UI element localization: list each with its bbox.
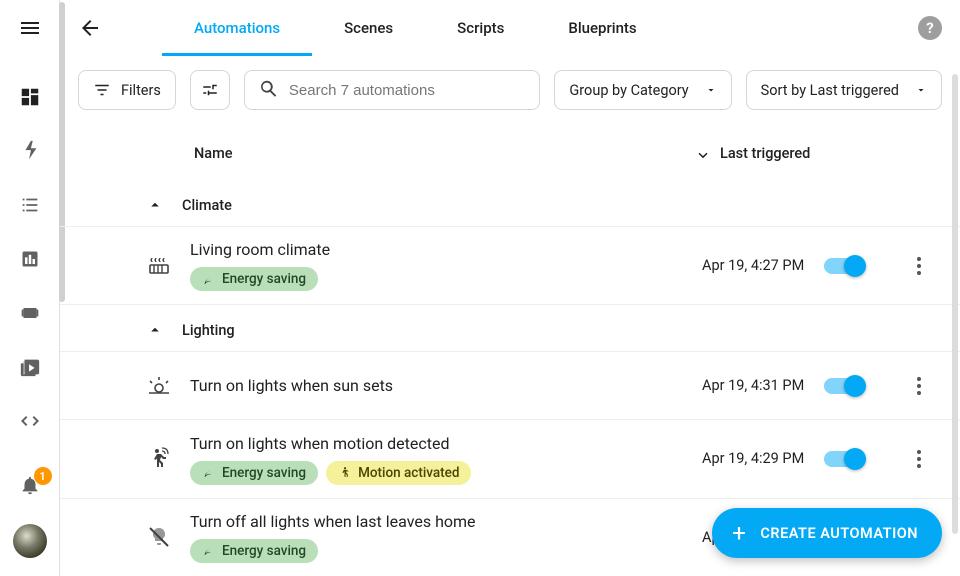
toolbar: Filters Group by Category Sort by Last t… <box>60 56 960 124</box>
toggle-switch[interactable] <box>824 258 864 274</box>
sort-by-label: Sort by Last triggered <box>761 82 899 99</box>
filters-button[interactable]: Filters <box>78 70 176 110</box>
sidebar-item-code[interactable] <box>18 409 42 433</box>
light-off-icon <box>146 525 172 549</box>
leaf-icon <box>202 466 215 479</box>
group-header-climate[interactable]: Climate <box>60 180 960 227</box>
chip-energy-saving: Energy saving <box>190 539 318 563</box>
tune-icon <box>201 81 219 99</box>
group-label: Climate <box>182 197 232 214</box>
tab-label: Automations <box>194 19 280 37</box>
column-header: Name Last triggered <box>60 124 960 180</box>
search-input[interactable] <box>244 70 541 110</box>
row-title: Turn off all lights when last leaves hom… <box>190 512 684 531</box>
sunset-icon <box>146 374 172 398</box>
settings-toggle-button[interactable] <box>190 70 230 110</box>
motion-icon <box>146 447 172 471</box>
topbar: Automations Scenes Scripts Blueprints ? <box>60 0 960 56</box>
row-menu-button[interactable] <box>908 255 930 277</box>
notification-badge: 1 <box>34 467 52 485</box>
search-field <box>244 70 541 110</box>
main-panel: Automations Scenes Scripts Blueprints ? … <box>60 0 960 576</box>
chip-label: Energy saving <box>222 543 306 559</box>
sort-by-button[interactable]: Sort by Last triggered <box>746 70 942 110</box>
row-title: Turn on lights when sun sets <box>190 376 684 395</box>
col-last-triggered[interactable]: Last triggered <box>694 144 810 162</box>
tab-label: Blueprints <box>568 19 636 37</box>
group-by-label: Group by Category <box>569 82 688 99</box>
automation-row[interactable]: Turn on lights when sun sets Apr 19, 4:3… <box>60 352 960 420</box>
radiator-icon <box>146 254 172 278</box>
group-label: Lighting <box>182 322 235 339</box>
tab-scenes[interactable]: Scenes <box>312 0 425 56</box>
filters-label: Filters <box>121 82 161 99</box>
sidebar-item-chart[interactable] <box>18 247 42 271</box>
tab-label: Scripts <box>457 19 504 37</box>
leaf-icon <box>202 273 215 286</box>
group-header-lighting[interactable]: Lighting <box>60 305 960 352</box>
back-button[interactable] <box>78 16 102 40</box>
sidebar-item-device[interactable] <box>18 301 42 325</box>
chip-energy-saving: Energy saving <box>190 267 318 291</box>
group-by-button[interactable]: Group by Category <box>554 70 731 110</box>
row-last-triggered: Apr 19, 4:27 PM <box>702 257 806 274</box>
fab-label: CREATE AUTOMATION <box>760 525 918 542</box>
main-scrollbar[interactable] <box>952 74 958 534</box>
avatar[interactable] <box>13 524 47 558</box>
tab-scripts[interactable]: Scripts <box>425 0 536 56</box>
plus-icon: + <box>732 519 746 547</box>
col-name[interactable]: Name <box>194 145 694 162</box>
chip-motion-activated: Motion activated <box>326 461 471 485</box>
toggle-switch[interactable] <box>824 378 864 394</box>
sidebar-item-list[interactable] <box>18 193 42 217</box>
row-menu-button[interactable] <box>908 448 930 470</box>
row-menu-button[interactable] <box>908 375 930 397</box>
chip-energy-saving: Energy saving <box>190 461 318 485</box>
leaf-icon <box>202 544 215 557</box>
create-automation-button[interactable]: + CREATE AUTOMATION <box>712 508 942 558</box>
sidebar-item-notifications[interactable]: 1 <box>18 473 42 497</box>
col-last-triggered-label: Last triggered <box>720 145 810 162</box>
row-last-triggered: Apr 19, 4:29 PM <box>702 450 806 467</box>
chip-label: Energy saving <box>222 271 306 287</box>
tab-automations[interactable]: Automations <box>162 0 312 56</box>
automation-row[interactable]: Living room climate Energy saving Apr 19… <box>60 227 960 305</box>
sidebar-rail: 1 <box>0 0 60 576</box>
chevron-up-icon <box>146 196 164 214</box>
row-title: Living room climate <box>190 240 684 259</box>
sidebar-item-dashboard[interactable] <box>18 85 42 109</box>
tab-label: Scenes <box>344 19 393 37</box>
chevron-down-icon <box>705 84 717 96</box>
row-title: Turn on lights when motion detected <box>190 434 684 453</box>
automation-row[interactable]: Turn on lights when motion detected Ener… <box>60 420 960 498</box>
chevron-down-icon <box>915 84 927 96</box>
tab-blueprints[interactable]: Blueprints <box>536 0 668 56</box>
chevron-up-icon <box>146 321 164 339</box>
help-icon[interactable]: ? <box>918 16 942 40</box>
run-icon <box>338 466 351 479</box>
arrow-down-icon <box>694 144 712 162</box>
toggle-switch[interactable] <box>824 451 864 467</box>
chip-label: Energy saving <box>222 465 306 481</box>
search-icon <box>258 78 280 100</box>
row-last-triggered: Apr 19, 4:31 PM <box>702 377 806 394</box>
filter-icon <box>93 81 111 99</box>
sidebar-item-energy[interactable] <box>18 139 42 163</box>
hamburger-menu-icon[interactable] <box>18 16 42 40</box>
sidebar-item-media[interactable] <box>18 355 42 379</box>
chip-label: Motion activated <box>358 465 459 481</box>
